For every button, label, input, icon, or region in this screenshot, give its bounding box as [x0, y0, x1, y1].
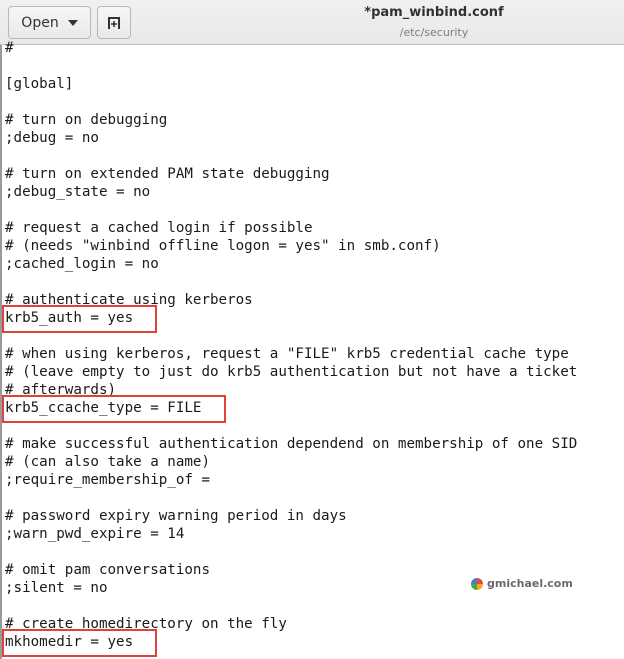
- comment-line: # turn on debugging: [5, 112, 168, 128]
- comment-line: # when using kerberos, request a "FILE" …: [5, 346, 569, 362]
- config-line: ;debug = no: [5, 130, 99, 146]
- config-line: [global]: [5, 76, 74, 92]
- config-line: ;warn_pwd_expire = 14: [5, 526, 185, 542]
- file-title: *pam_winbind.conf: [364, 5, 504, 20]
- gmichael-logo-icon: [471, 577, 483, 590]
- file-path: /etc/security: [399, 26, 469, 39]
- comment-line: # (needs "winbind offline logon = yes" i…: [5, 238, 441, 254]
- highlight-box: [2, 629, 157, 657]
- comment-line: # turn on extended PAM state debugging: [5, 166, 330, 182]
- text-editor[interactable]: # [global] # turn on debugging ;debug = no #…: [0, 40, 624, 659]
- comment-line: # (leave empty to just do krb5 authentic…: [5, 364, 578, 380]
- chevron-down-icon: [67, 19, 78, 26]
- window-title: *pam_winbind.conf /etc/security: [300, 5, 568, 39]
- header-bar: Open *pam_winbind.conf /etc/security: [0, 0, 624, 45]
- config-line: ;silent = no: [5, 580, 108, 596]
- comment-line: # request a cached login if possible: [5, 220, 313, 236]
- watermark-text: gmichael.com: [487, 577, 573, 590]
- config-line: ;cached_login = no: [5, 256, 159, 272]
- open-label: Open: [21, 14, 59, 31]
- highlight-box: [2, 395, 226, 423]
- comment-line: # password expiry warning period in days: [5, 508, 347, 524]
- config-line: ;require_membership_of =: [5, 472, 210, 488]
- config-line: ;debug_state = no: [5, 184, 151, 200]
- open-button[interactable]: Open: [8, 6, 91, 39]
- comment-line: # (can also take a name): [5, 454, 210, 470]
- comment-line: #: [5, 40, 14, 56]
- watermark: gmichael.com: [471, 577, 573, 590]
- highlight-box: [2, 305, 157, 333]
- comment-line: # make successful authentication depende…: [5, 436, 578, 452]
- comment-line: # omit pam conversations: [5, 562, 210, 578]
- new-document-icon: [108, 16, 120, 29]
- new-document-button[interactable]: [97, 6, 131, 39]
